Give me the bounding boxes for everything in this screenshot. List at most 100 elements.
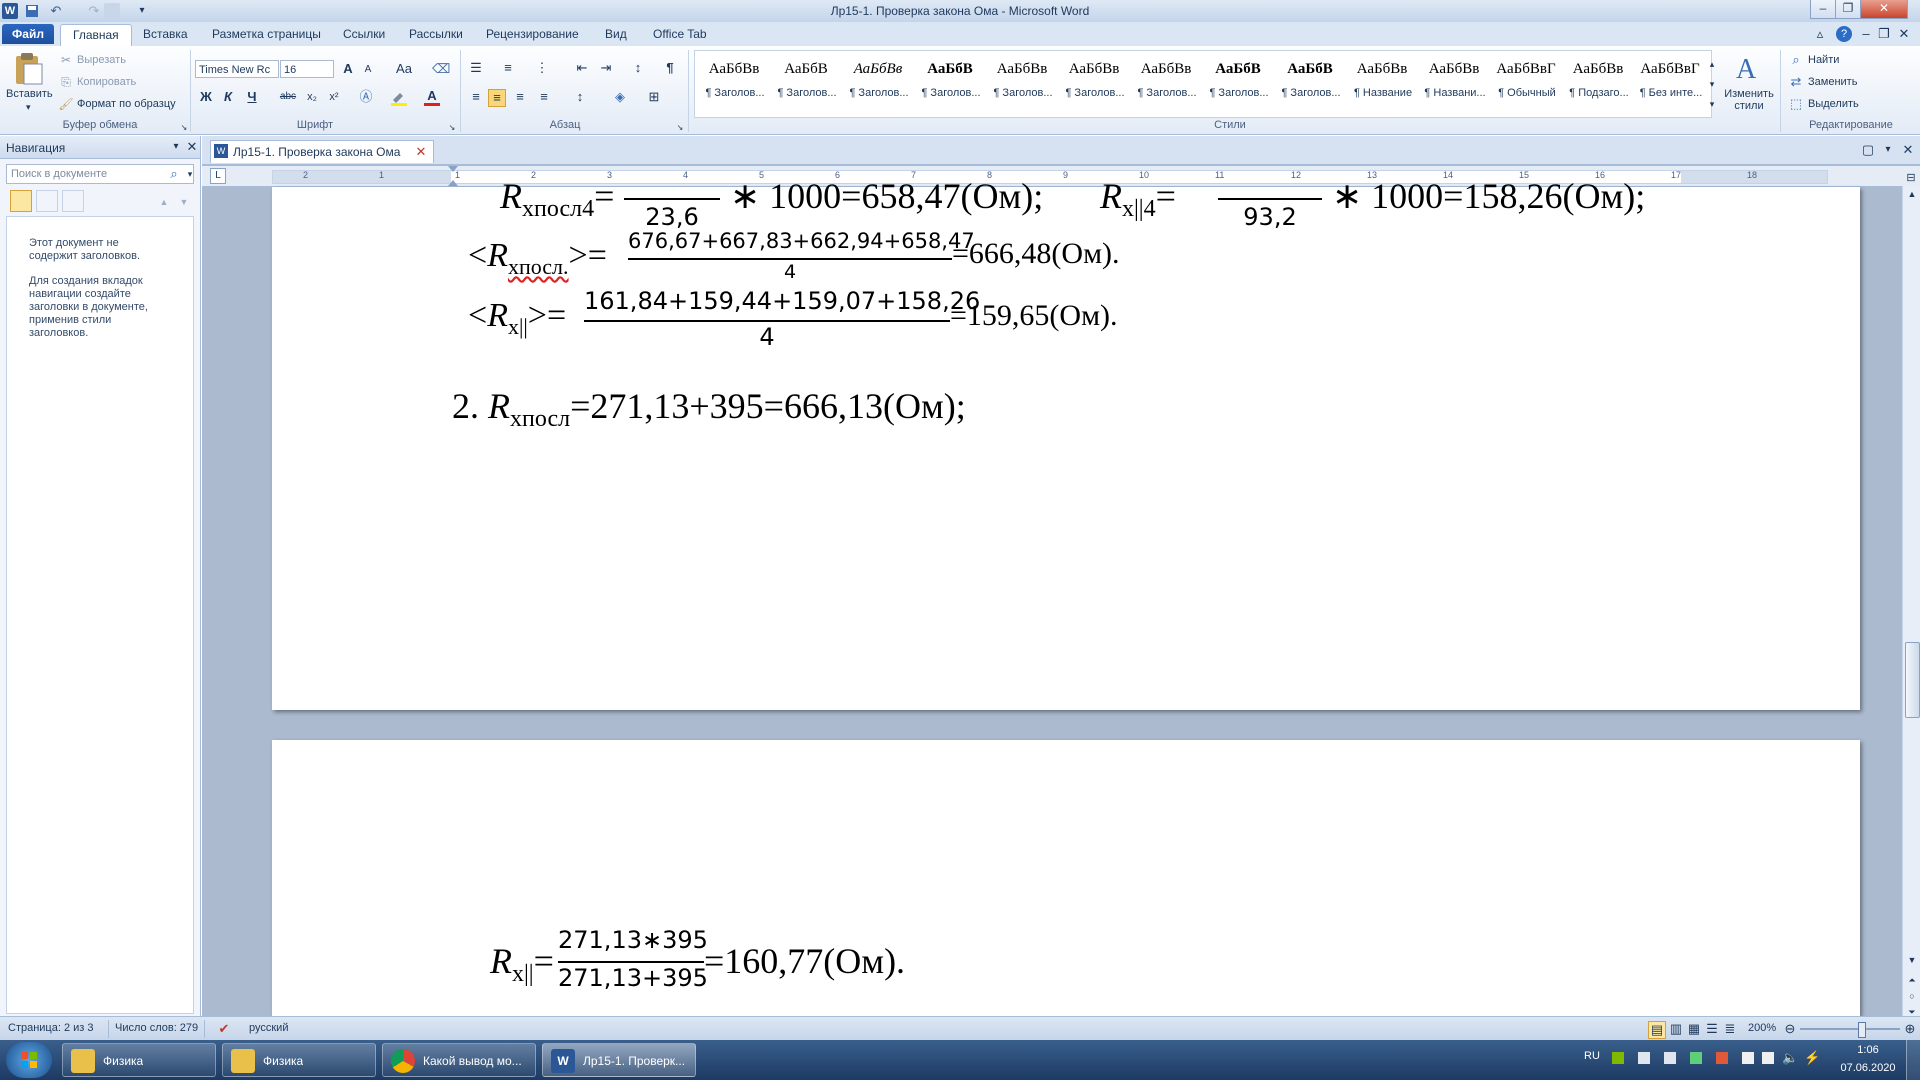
align-left-icon[interactable]: ≡ [468, 89, 484, 105]
style-item[interactable]: АаБбВв ¶ Заголов... [987, 57, 1057, 107]
word-count[interactable]: Число слов: 279 [115, 1022, 198, 1034]
show-formatting-icon[interactable]: ¶ [662, 60, 678, 76]
vertical-scrollbar[interactable]: ▲ ▼ ⏶ ○ ⏷ [1902, 186, 1920, 1017]
view-ruler-icon[interactable]: ⊟ [1903, 170, 1919, 186]
tabbar-close-icon[interactable]: ✕ [1900, 142, 1916, 158]
minimize-button[interactable]: – [1810, 0, 1836, 19]
font-launcher-icon[interactable]: ↘ [444, 120, 460, 136]
tab-page-layout[interactable]: Разметка страницы [212, 27, 321, 41]
text-effects-icon[interactable]: Ⓐ [358, 89, 374, 105]
network-icon[interactable] [1762, 1052, 1774, 1064]
print-layout-icon[interactable]: ▤ [1648, 1021, 1666, 1039]
draft-icon[interactable]: ≣ [1722, 1021, 1738, 1037]
volume-icon[interactable]: 🔈 [1782, 1050, 1798, 1066]
tab-list-icon[interactable]: ▾ [1880, 142, 1896, 158]
clock-time[interactable]: 1:06 [1842, 1044, 1894, 1056]
next-heading-icon[interactable]: ▼ [176, 194, 192, 210]
justify-icon[interactable]: ≡ [536, 89, 552, 105]
style-item[interactable]: АаБбВв ¶ Заголов... [1131, 57, 1201, 107]
nav-close-icon[interactable]: ✕ [184, 139, 200, 155]
full-screen-reading-icon[interactable]: ▥ [1668, 1021, 1684, 1037]
multilevel-list-icon[interactable]: ⋮ [534, 60, 550, 76]
close-button[interactable]: ✕ [1860, 0, 1908, 19]
style-item[interactable]: АаБбВв ¶ Заголов... [1059, 57, 1129, 107]
tab-mailings[interactable]: Рассылки [409, 27, 463, 41]
new-document-icon[interactable]: ▢ [1860, 142, 1876, 158]
align-right-icon[interactable]: ≡ [512, 89, 528, 105]
zoom-out-icon[interactable]: ⊖ [1782, 1021, 1798, 1037]
change-case-icon[interactable]: Aa [392, 61, 416, 77]
tab-references[interactable]: Ссылки [343, 27, 385, 41]
browse-headings-tab[interactable] [10, 190, 32, 212]
tab-close-icon[interactable]: ✕ [413, 144, 429, 160]
font-color-icon[interactable]: A [424, 88, 440, 104]
superscript-button[interactable]: x² [326, 89, 342, 105]
style-item[interactable]: АаБбВв ¶ Название [1347, 57, 1417, 107]
style-item[interactable]: АаБбВв ¶ Заголов... [699, 57, 769, 107]
nav-options-icon[interactable]: ▾ [168, 139, 184, 155]
shrink-font-icon[interactable]: A [360, 62, 376, 78]
tab-view[interactable]: Вид [605, 27, 627, 41]
doc-minimize-icon[interactable]: – [1858, 26, 1874, 42]
page-counter[interactable]: Страница: 2 из 3 [8, 1022, 94, 1034]
search-icon[interactable]: ⌕ [166, 166, 182, 182]
first-line-indent-marker[interactable] [448, 166, 458, 172]
taskbar-item-folder-1[interactable]: Физика [62, 1043, 216, 1077]
decrease-indent-icon[interactable]: ⇤ [574, 60, 590, 76]
clock-date[interactable]: 07.06.2020 [1836, 1062, 1900, 1074]
tray-app-icon[interactable] [1690, 1052, 1702, 1064]
font-name-combo[interactable]: Times New Rc [195, 60, 279, 78]
taskbar-item-word[interactable]: W Лр15-1. Проверк... [542, 1043, 696, 1077]
zoom-in-icon[interactable]: ⊕ [1902, 1021, 1918, 1037]
previous-page-icon[interactable]: ⏶ [1904, 972, 1920, 988]
subscript-button[interactable]: x₂ [304, 89, 320, 105]
format-painter-button[interactable]: Формат по образцу [77, 98, 176, 110]
tray-app-icon[interactable] [1638, 1052, 1650, 1064]
paste-dropdown-icon[interactable]: ▾ [26, 102, 31, 113]
cut-button[interactable]: Вырезать [77, 54, 126, 66]
style-item[interactable]: АаБбВ ¶ Заголов... [915, 57, 985, 107]
web-layout-icon[interactable]: ▦ [1686, 1021, 1702, 1037]
taskbar-item-chrome[interactable]: Какой вывод мо... [382, 1043, 536, 1077]
zoom-level[interactable]: 200% [1748, 1022, 1776, 1034]
clear-formatting-icon[interactable]: ⌫ [432, 61, 450, 77]
style-item[interactable]: АаБбВ ¶ Заголов... [1275, 57, 1345, 107]
style-item[interactable]: АаБбВ ¶ Заголов... [771, 57, 841, 107]
start-button[interactable] [6, 1042, 52, 1078]
sort-icon[interactable]: ↕ [630, 60, 646, 76]
paste-icon[interactable] [12, 52, 44, 86]
tab-insert[interactable]: Вставка [143, 27, 188, 41]
numbering-icon[interactable]: ≡ [500, 60, 516, 76]
tab-selector-icon[interactable]: L [210, 168, 226, 184]
find-button[interactable]: Найти [1808, 54, 1839, 66]
zoom-slider-thumb[interactable] [1858, 1022, 1866, 1038]
italic-button[interactable]: К [220, 89, 236, 105]
scroll-down-icon[interactable]: ▼ [1904, 952, 1920, 968]
input-language[interactable]: RU [1584, 1050, 1600, 1062]
underline-button[interactable]: Ч [244, 89, 260, 105]
paragraph-launcher-icon[interactable]: ↘ [672, 120, 688, 136]
previous-heading-icon[interactable]: ▲ [156, 194, 172, 210]
style-item[interactable]: АаБбВ ¶ Заголов... [1203, 57, 1273, 107]
highlight-icon[interactable] [390, 90, 408, 106]
style-item[interactable]: АаБбВв ¶ Подзаго... [1563, 57, 1633, 107]
font-size-combo[interactable]: 16 [280, 60, 334, 78]
document-tab[interactable]: W Лр15-1. Проверка закона Ома ✕ [210, 140, 434, 163]
select-button[interactable]: Выделить [1808, 98, 1859, 110]
hanging-indent-marker[interactable] [448, 180, 458, 186]
tray-nvidia-icon[interactable] [1612, 1052, 1624, 1064]
minimize-ribbon-icon[interactable]: ▵ [1812, 26, 1828, 42]
align-center-icon[interactable]: ≡ [488, 89, 506, 107]
styles-scroll-up-icon[interactable]: ▴ [1704, 56, 1720, 72]
browse-object-icon[interactable]: ○ [1904, 988, 1920, 1004]
tray-app-icon[interactable] [1664, 1052, 1676, 1064]
scroll-thumb[interactable] [1905, 642, 1920, 718]
horizontal-ruler[interactable]: L 2 1 1 2 3 4 5 6 7 8 9 10 11 12 13 14 15 16 17 18 [202, 166, 1920, 187]
strikethrough-button[interactable]: abc [278, 89, 298, 105]
zoom-slider[interactable] [1800, 1028, 1900, 1030]
language-indicator[interactable]: русский [249, 1022, 288, 1034]
doc-restore-icon[interactable]: ❐ [1876, 26, 1892, 42]
proofing-icon[interactable]: ✔ [216, 1021, 232, 1037]
line-spacing-icon[interactable]: ↕ [572, 89, 588, 105]
tab-office-tab[interactable]: Office Tab [653, 27, 707, 41]
